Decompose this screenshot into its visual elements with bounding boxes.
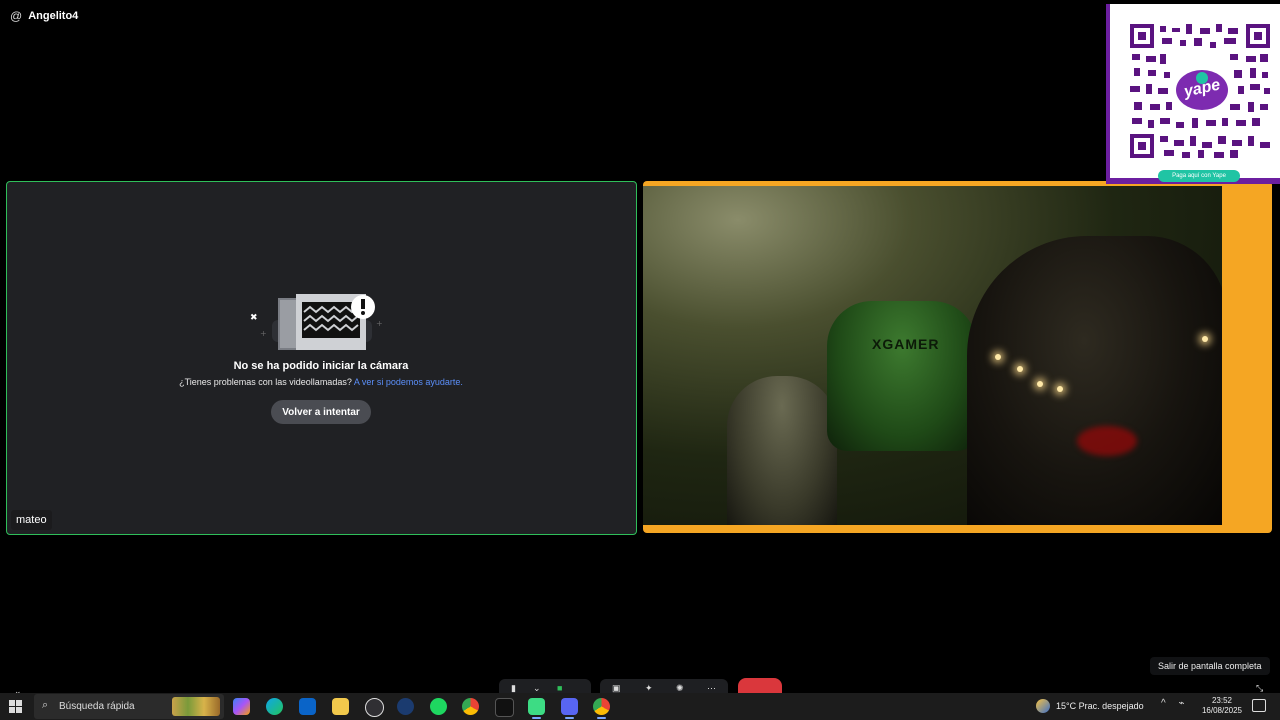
end-call-button[interactable]: [738, 678, 782, 693]
clock-time: 23:52: [1211, 696, 1233, 705]
person-silhouette: [967, 236, 1222, 525]
camera-help-text: ¿Tienes problemas con las videollamadas?…: [120, 377, 522, 387]
camera-error-title: No se ha podido iniciar la cámara: [233, 360, 409, 372]
at-icon: @: [10, 9, 23, 23]
fairy-light: [1037, 381, 1043, 387]
participant-tile-mateo[interactable]: [6, 181, 637, 535]
edge-icon[interactable]: [266, 698, 283, 715]
steam-icon[interactable]: [397, 698, 414, 715]
weather-text: 15°C Prac. despejado: [1056, 701, 1144, 711]
taskbar-search[interactable]: ⌕ Búsqueda rápida: [34, 694, 224, 719]
yape-qr-card: yape Paga aquí con Yape: [1106, 4, 1280, 184]
chrome-icon[interactable]: [462, 698, 479, 715]
svg-text:+: +: [376, 319, 383, 328]
spotify-icon[interactable]: [430, 698, 447, 715]
discord-icon[interactable]: [561, 698, 578, 719]
fairy-light: [1057, 386, 1063, 392]
username-label: Angelito4: [28, 10, 79, 22]
fairy-light: [1017, 366, 1023, 372]
copilot-icon[interactable]: [233, 698, 250, 715]
search-placeholder: Búsqueda rápida: [59, 701, 135, 712]
fairy-light: [1202, 336, 1208, 342]
clock-date: 16/08/2025: [1201, 706, 1243, 715]
help-link[interactable]: A ver si podemos ayudarte.: [354, 377, 463, 387]
weather-icon: [1036, 699, 1050, 713]
chevron-up-icon[interactable]: ^: [1161, 698, 1166, 709]
svg-text:✖: ✖: [250, 313, 258, 323]
stream-user-header: @ Angelito4: [10, 9, 78, 23]
android-icon[interactable]: [528, 698, 545, 719]
weather-widget[interactable]: 15°C Prac. despejado: [1036, 699, 1144, 713]
chair-brand-text: XGAMER: [872, 336, 940, 352]
camera-error-illustration: ✖ + +: [250, 294, 383, 350]
gaming-chair: [827, 301, 977, 451]
retry-camera-button[interactable]: Volver a intentar: [271, 400, 371, 424]
yape-pay-pill: Paga aquí con Yape: [1158, 170, 1240, 182]
participant-tile-speaking[interactable]: XGAMER: [643, 181, 1272, 533]
network-icon[interactable]: ⌁: [1178, 698, 1184, 709]
outlook-icon[interactable]: [299, 698, 316, 715]
chrome-profile-icon[interactable]: [593, 698, 610, 719]
obs-icon[interactable]: [365, 698, 384, 717]
exit-fullscreen-tooltip: Salir de pantalla completa: [1150, 657, 1270, 675]
participant-name-tag: mateo: [11, 510, 52, 530]
fairy-light: [995, 354, 1001, 360]
webcam-video: XGAMER: [643, 186, 1222, 525]
camera-icon[interactable]: ■: [557, 683, 562, 693]
chair-arm: [727, 376, 837, 525]
taskbar-clock[interactable]: 23:52 16/08/2025: [1198, 696, 1246, 716]
red-glow: [1077, 426, 1137, 456]
windows-taskbar: ⌕ Búsqueda rápida 15°C Prac. despejado ^…: [0, 693, 1280, 720]
search-highlight-image: [172, 697, 220, 716]
help-question: ¿Tienes problemas con las videollamadas?: [179, 377, 352, 387]
svg-text:+: +: [260, 329, 267, 338]
tiktok-icon[interactable]: [495, 698, 514, 717]
notifications-icon[interactable]: [1252, 699, 1266, 712]
windows-start-icon[interactable]: [9, 700, 22, 713]
file-explorer-icon[interactable]: [332, 698, 349, 715]
system-tray[interactable]: ^ ⌁: [1161, 698, 1185, 709]
search-icon: ⌕: [42, 699, 49, 711]
